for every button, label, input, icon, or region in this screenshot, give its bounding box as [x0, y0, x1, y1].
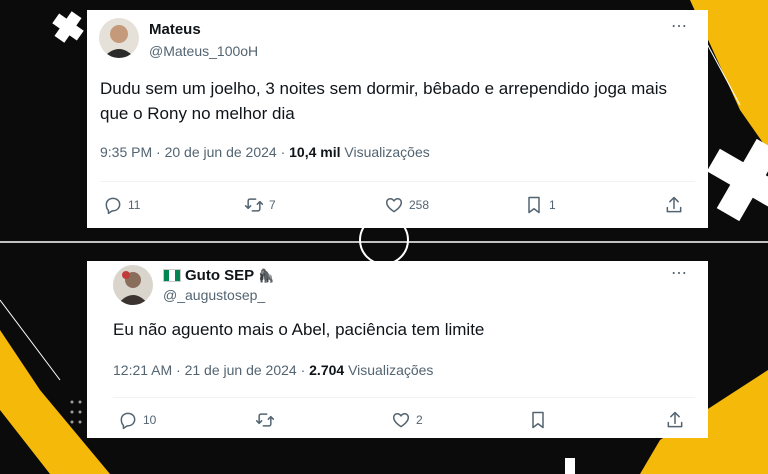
share-icon — [666, 196, 682, 213]
avatar[interactable] — [113, 265, 153, 305]
share-icon — [667, 411, 683, 428]
more-icon[interactable]: ⋯ — [671, 263, 688, 283]
tweet-meta: 12:21 AM · 21 de jun de 2024 · 2.704 Vis… — [113, 362, 433, 378]
bookmark-count: 1 — [549, 198, 556, 212]
retweet-icon — [244, 198, 264, 212]
bookmark-button[interactable]: 1 — [524, 195, 556, 215]
user-handle[interactable]: @_augustosep_ — [163, 287, 265, 303]
tweet-text: Eu não aguento mais o Abel, paciência te… — [113, 320, 485, 339]
share-button[interactable] — [664, 195, 684, 215]
more-icon[interactable]: ⋯ — [671, 16, 688, 36]
nigeria-flag-icon — [163, 269, 181, 282]
views-count: 2.704 — [309, 362, 345, 378]
timestamp[interactable]: 12:21 AM · 21 de jun de 2024 · — [113, 362, 309, 378]
avatar[interactable] — [99, 18, 139, 58]
tweet-card-1[interactable]: Mateus @Mateus_100oH ⋯ Dudu sem um joelh… — [87, 10, 708, 228]
tweet-card-2[interactable]: Guto SEP 🦍 @_augustosep_ ⋯ Eu não aguent… — [87, 261, 708, 438]
retweet-count: 7 — [269, 198, 276, 212]
like-icon — [385, 198, 403, 213]
retweet-icon — [255, 413, 275, 427]
divider — [100, 181, 695, 182]
divider — [113, 397, 695, 398]
tweet-text: Dudu sem um joelho, 3 noites sem dormir,… — [100, 79, 667, 123]
like-icon — [392, 413, 410, 428]
retweet-button[interactable] — [255, 410, 280, 430]
like-button[interactable]: 2 — [391, 410, 423, 430]
reply-button[interactable]: 11 — [103, 195, 140, 215]
bookmark-icon — [528, 196, 540, 214]
retweet-button[interactable]: 7 — [244, 195, 276, 215]
display-name[interactable]: Guto SEP 🦍 — [163, 267, 274, 284]
reply-icon — [105, 197, 121, 215]
timestamp[interactable]: 9:35 PM · 20 de jun de 2024 · — [100, 144, 289, 160]
display-name[interactable]: Mateus — [149, 21, 201, 38]
avatar-image — [99, 18, 139, 58]
display-name-text: Guto SEP — [185, 267, 255, 284]
views-label: Visualizações — [344, 362, 434, 378]
user-handle[interactable]: @Mateus_100oH — [149, 43, 258, 59]
like-count: 258 — [409, 198, 430, 212]
reply-count: 10 — [143, 413, 157, 427]
share-button[interactable] — [665, 410, 685, 430]
reply-count: 11 — [128, 198, 141, 212]
like-button[interactable]: 258 — [384, 195, 429, 215]
gorilla-icon: 🦍 — [258, 267, 275, 283]
bookmark-button[interactable] — [528, 410, 553, 430]
bookmark-icon — [532, 411, 544, 429]
views-label: Visualizações — [340, 144, 430, 160]
like-count: 2 — [416, 413, 423, 427]
avatar-image — [113, 265, 153, 305]
reply-icon — [120, 412, 136, 430]
tweet-meta: 9:35 PM · 20 de jun de 2024 · 10,4 mil V… — [100, 144, 430, 160]
reply-button[interactable]: 10 — [118, 410, 156, 430]
views-count: 10,4 mil — [289, 144, 341, 160]
